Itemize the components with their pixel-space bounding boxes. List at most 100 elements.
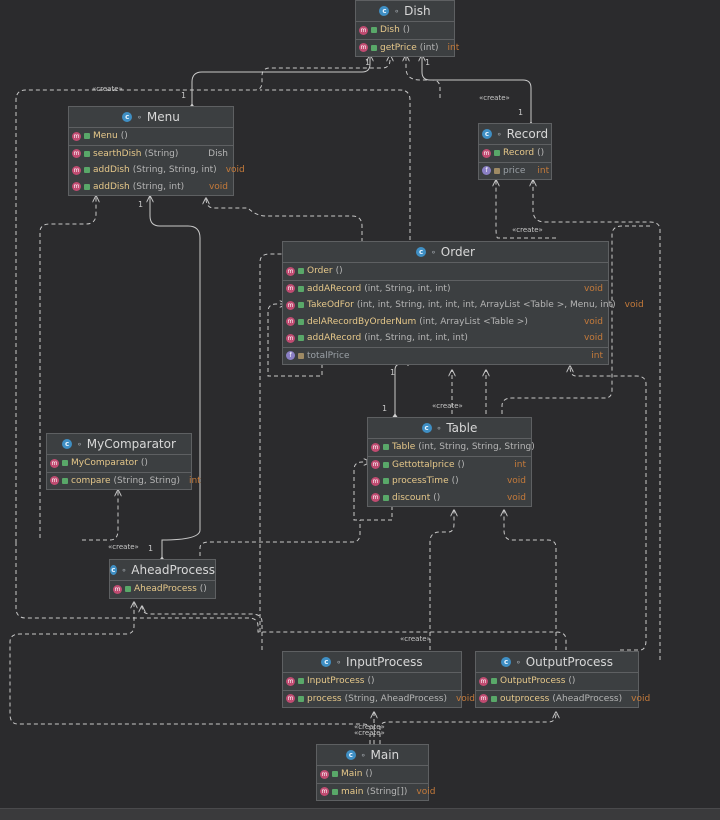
class-name: Record [506, 127, 549, 141]
class-field-row[interactable]: f price int [479, 161, 551, 180]
member-params: () [365, 769, 373, 780]
class-method-row[interactable]: m outprocess (AheadProcess) void [476, 689, 650, 708]
class-method-row[interactable]: m main (String[]) void [317, 782, 435, 801]
member-name: searthDish [93, 148, 142, 159]
class-method-row[interactable]: m AheadProcess() [110, 581, 215, 598]
field-icon: f [482, 166, 491, 176]
class-dish[interactable]: c ⚬ Dish m Dish() m getPrice (int) int [355, 0, 459, 57]
class-method-row[interactable]: m Record() [479, 145, 551, 162]
class-name: Order [440, 245, 475, 259]
member-params: (String, String, int) [132, 165, 217, 176]
class-header: c ⚬ Dish [356, 1, 454, 22]
class-method-row[interactable]: m Main() [317, 766, 428, 783]
create-label: «create» [479, 94, 510, 102]
class-method-row[interactable]: m Table (int, String, String, String) [368, 439, 535, 456]
class-method-row[interactable]: m searthDish (String) Dish [69, 144, 233, 163]
visibility-icon [298, 318, 304, 325]
visibility-icon [383, 494, 389, 501]
class-order[interactable]: c ⚬ Order m Order() m addARecord (int, String, … [282, 241, 644, 365]
class-method-row[interactable]: m delARecordByOrderNum (int, ArrayList <Ta… [283, 314, 608, 331]
member-params: (String, int) [132, 181, 185, 192]
member-name: InputProcess [307, 676, 365, 687]
member-type: void [455, 693, 476, 704]
member-name: Order [307, 266, 333, 277]
class-icon: c [122, 112, 133, 122]
class-aheadprocess[interactable]: c ⚬ AheadProcess m AheadProcess() [109, 559, 216, 599]
create-label: «create» [108, 543, 139, 551]
class-method-row[interactable]: m processTime() void [368, 473, 531, 490]
member-type: Dish [208, 148, 228, 159]
class-method-row[interactable]: m Order() [283, 263, 608, 280]
multiplicity-label: 1 [138, 200, 144, 209]
class-name: Main [370, 748, 400, 762]
method-icon: m [371, 460, 380, 470]
member-name: process [307, 693, 342, 704]
class-method-row[interactable]: m Dish() [356, 22, 454, 39]
method-icon: m [286, 300, 295, 310]
class-method-row[interactable]: m OutputProcess() [476, 673, 638, 690]
order-table-association [392, 363, 409, 423]
class-method-row[interactable]: m Gettottalprice() int [368, 455, 531, 474]
class-table[interactable]: c ⚬ Table m Table (int, String, String, Strin… [367, 417, 535, 507]
visibility-icon [125, 586, 131, 593]
member-type: void [631, 693, 651, 704]
class-method-row[interactable]: m getPrice (int) int [356, 38, 459, 57]
output-order-link [570, 366, 647, 651]
method-icon: m [50, 476, 59, 486]
member-params: (String) [144, 148, 179, 159]
order-depends-menu [206, 198, 363, 242]
class-method-row[interactable]: m addDish (String, String, int) void [69, 162, 245, 179]
class-icon: c [379, 6, 390, 16]
class-mycomparator[interactable]: c ⚬ MyComparator m MyComparator() m compare (St… [46, 433, 201, 490]
member-params: () [120, 131, 128, 142]
member-params: (String[]) [366, 786, 408, 797]
class-method-row[interactable]: m Menu() [69, 128, 233, 145]
member-params: () [433, 492, 441, 503]
visibility-icon [298, 335, 304, 342]
visibility-icon [491, 678, 497, 685]
method-icon: m [320, 787, 329, 797]
member-type: int [537, 165, 550, 176]
visibility-icon [298, 695, 304, 702]
member-params: (int, int, String, int, int, int, ArrayL… [356, 300, 616, 311]
member-type: void [583, 283, 603, 294]
visibility-icon [383, 478, 389, 485]
class-method-row[interactable]: m addARecord (int, String, int, int, int) v… [283, 330, 608, 347]
class-method-row[interactable]: m addARecord (int, String, int, int) void [283, 279, 608, 298]
class-method-row[interactable]: m process (String, AheadProcess) void [283, 689, 475, 708]
public-visibility-icon: ⚬ [430, 247, 437, 257]
class-name: InputProcess [346, 655, 423, 669]
class-method-row[interactable]: m compare (String, String) int [47, 471, 201, 490]
class-inputprocess[interactable]: c ⚬ InputProcess m InputProcess() m process (St… [282, 651, 475, 708]
public-visibility-icon: ⚬ [359, 750, 367, 760]
class-outputprocess[interactable]: c ⚬ OutputProcess m OutputProcess() m outproce… [475, 651, 650, 708]
class-method-row[interactable]: m addDish (String, int) void [69, 179, 233, 196]
member-name: processTime [392, 476, 449, 487]
class-method-row[interactable]: m InputProcess() [283, 673, 461, 690]
public-visibility-icon: ⚬ [76, 439, 83, 449]
method-icon: m [72, 131, 81, 141]
class-menu[interactable]: c ⚬ Menu m Menu() m searthDish (String) Dish m add… [68, 106, 245, 196]
member-name: OutputProcess [500, 676, 566, 687]
visibility-icon [491, 695, 497, 702]
class-main[interactable]: c ⚬ Main m Main() m main (String[]) void [316, 744, 435, 801]
member-type: int [514, 459, 526, 470]
visibility-icon [62, 460, 68, 467]
member-name: addARecord [307, 333, 362, 344]
member-name: outprocess [500, 693, 550, 704]
class-method-row[interactable]: m MyComparator() [47, 455, 191, 472]
method-icon: m [286, 676, 295, 686]
method-icon: m [359, 43, 368, 53]
member-params: () [402, 25, 410, 36]
public-visibility-icon: ⚬ [120, 565, 128, 575]
method-icon: m [371, 493, 380, 503]
class-field-row[interactable]: f totalPrice int [283, 346, 608, 365]
output-depends-table [504, 510, 557, 650]
class-method-row[interactable]: m TakeOdFor (int, int, String, int, int, i… [283, 297, 644, 314]
member-params: () [537, 148, 545, 159]
class-method-row[interactable]: m discount() void [368, 490, 531, 507]
member-params: () [199, 584, 207, 595]
class-header: c ⚬ Main [317, 745, 428, 766]
member-name: price [503, 165, 526, 176]
class-record[interactable]: c ⚬ Record m Record() f price int [478, 123, 552, 180]
